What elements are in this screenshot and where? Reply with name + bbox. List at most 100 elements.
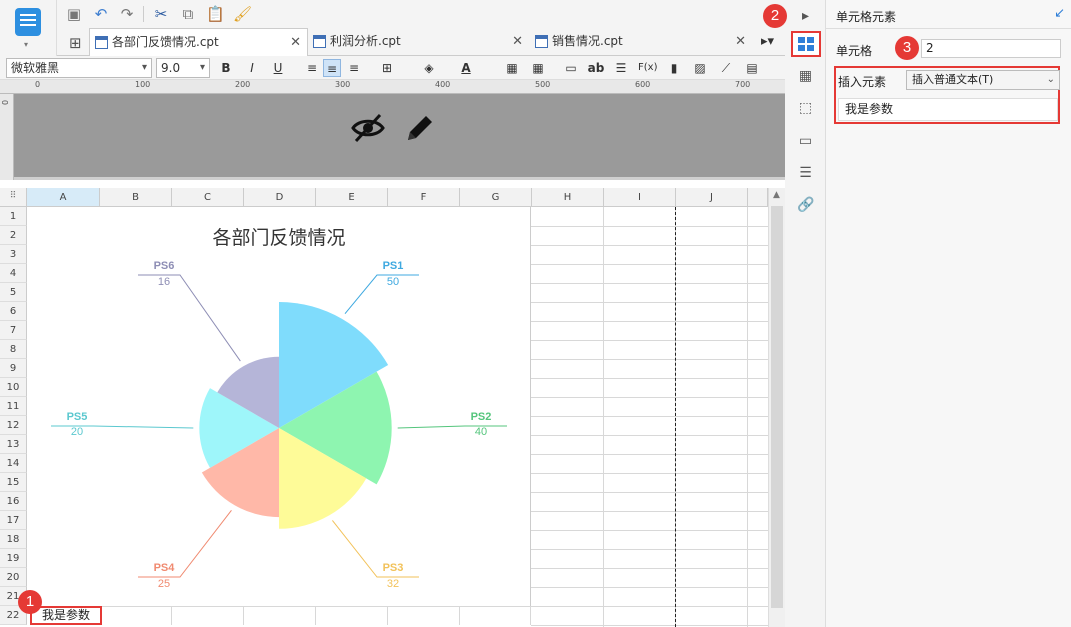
align-center-icon[interactable]: ≡	[323, 59, 341, 77]
row-header-12[interactable]: 12	[0, 416, 27, 435]
column-header-i[interactable]: I	[604, 188, 676, 207]
row-header-11[interactable]: 11	[0, 397, 27, 416]
text-value-field[interactable]: 我是参数	[838, 98, 1058, 121]
merge-cells-icon[interactable]: ▦	[503, 59, 521, 77]
image-icon[interactable]: ▨	[691, 59, 709, 77]
row-header-5[interactable]: 5	[0, 283, 27, 302]
column-header-c[interactable]: C	[172, 188, 244, 207]
column-header-a[interactable]: A	[27, 188, 100, 207]
subreport-icon[interactable]: ▤	[743, 59, 761, 77]
cell-d22[interactable]	[244, 606, 316, 625]
redo-icon[interactable]: ↷	[118, 5, 136, 23]
widget-icon[interactable]: ▭	[797, 133, 814, 150]
cell-e22[interactable]	[316, 606, 388, 625]
row-header-4[interactable]: 4	[0, 264, 27, 283]
expand-arrow-icon[interactable]: ▸	[797, 8, 814, 25]
grid-icon[interactable]: ⊞	[69, 34, 82, 52]
row-header-9[interactable]: 9	[0, 359, 27, 378]
close-icon[interactable]: ✕	[290, 29, 301, 56]
text-icon[interactable]: ab	[587, 59, 605, 77]
chart-area[interactable]: 各部门反馈情况 PS1 50 PS2 40 PS3 32 PS4 25 PS5 20 PS6 16	[27, 207, 531, 606]
cell-address-input[interactable]: 2	[921, 39, 1061, 58]
tab-feedback[interactable]: 各部门反馈情况.cpt ✕	[89, 28, 308, 56]
cell-c22[interactable]	[172, 606, 244, 625]
column-header-g[interactable]: G	[460, 188, 532, 207]
row-header-1[interactable]: 1	[0, 207, 27, 226]
row-header-15[interactable]: 15	[0, 473, 27, 492]
column-header-b[interactable]: B	[100, 188, 172, 207]
column-header-d[interactable]: D	[244, 188, 316, 207]
row-header-19[interactable]: 19	[0, 549, 27, 568]
copy-icon[interactable]: ⧉	[179, 5, 197, 23]
rose-chart[interactable]: 各部门反馈情况 PS1 50 PS2 40 PS3 32 PS4 25 PS5 20 PS6 16	[27, 207, 531, 606]
row-header-6[interactable]: 6	[0, 302, 27, 321]
vertical-scrollbar[interactable]: ▲	[768, 188, 785, 627]
row-header-13[interactable]: 13	[0, 435, 27, 454]
select-all-corner[interactable]: ⠿	[0, 188, 27, 207]
eye-hidden-icon[interactable]	[350, 110, 386, 146]
row-header-7[interactable]: 7	[0, 321, 27, 340]
undo-icon[interactable]: ↶	[92, 5, 110, 23]
scroll-up-icon[interactable]: ▲	[773, 190, 780, 200]
row-header-8[interactable]: 8	[0, 340, 27, 359]
row-header-17[interactable]: 17	[0, 511, 27, 530]
font-family-select[interactable]: 微软雅黑 ▾	[6, 58, 152, 78]
row-header-3[interactable]: 3	[0, 245, 27, 264]
underline-button[interactable]: U	[269, 59, 287, 77]
font-size-select[interactable]: 9.0 ▾	[156, 58, 210, 78]
align-right-icon[interactable]: ≡	[345, 59, 363, 77]
row-header-16[interactable]: 16	[0, 492, 27, 511]
close-icon[interactable]: ✕	[735, 28, 746, 55]
tab-menu-icon[interactable]: ▸▾	[761, 34, 774, 49]
pencil-icon[interactable]	[402, 110, 438, 146]
column-header-e[interactable]: E	[316, 188, 388, 207]
grid-row-line	[531, 340, 768, 341]
grid-row-line	[531, 397, 768, 398]
cut-icon[interactable]: ✂	[152, 5, 170, 23]
close-icon[interactable]: ✕	[512, 28, 523, 55]
bold-button[interactable]: B	[217, 59, 235, 77]
cell-b22[interactable]	[100, 606, 172, 625]
split-cells-icon[interactable]: ▦	[529, 59, 547, 77]
border-icon[interactable]: ⊞	[378, 59, 396, 77]
rich-text-icon[interactable]: ☰	[612, 59, 630, 77]
hyperlink-icon[interactable]: 🔗	[797, 197, 814, 214]
selected-cell[interactable]: 我是参数	[30, 606, 102, 625]
cell-element-button[interactable]	[791, 31, 821, 57]
condition-icon[interactable]: ☰	[797, 165, 814, 182]
insert-row-icon[interactable]: ▭	[562, 59, 580, 77]
report-header-panel[interactable]: 0	[0, 94, 785, 180]
font-color-icon[interactable]: A	[457, 59, 475, 77]
cell-attributes-icon[interactable]: ▦	[797, 68, 814, 85]
row-header-20[interactable]: 20	[0, 568, 27, 587]
empty-cells-area[interactable]	[531, 207, 768, 627]
row-header-14[interactable]: 14	[0, 454, 27, 473]
spreadsheet-grid[interactable]: ⠿ A B C D E F G H I J 1 2 3 4 5 6 7 8 9 10 11 12 13 1…	[0, 188, 785, 627]
column-header-j[interactable]: J	[676, 188, 748, 207]
row-header-2[interactable]: 2	[0, 226, 27, 245]
tab-profit[interactable]: 利润分析.cpt ✕	[308, 28, 529, 56]
paste-icon[interactable]: 📋	[206, 5, 225, 23]
format-brush-icon[interactable]: 🖌	[233, 5, 252, 23]
scroll-thumb[interactable]	[771, 206, 783, 608]
italic-button[interactable]: I	[243, 59, 261, 77]
app-logo[interactable]: ▾	[0, 0, 57, 57]
row-22[interactable]	[27, 606, 531, 625]
insert-element-select[interactable]: 插入普通文本(T) ⌄	[906, 70, 1060, 90]
column-header-f[interactable]: F	[388, 188, 460, 207]
frame-icon[interactable]: ⬚	[797, 100, 814, 117]
save-icon[interactable]: ▣	[65, 5, 83, 23]
row-header-10[interactable]: 10	[0, 378, 27, 397]
collapse-icon[interactable]: ↙	[1054, 6, 1065, 21]
tab-sales[interactable]: 销售情况.cpt ✕	[530, 28, 752, 56]
slash-icon[interactable]: ⟋	[717, 59, 735, 77]
row-header-18[interactable]: 18	[0, 530, 27, 549]
fill-color-icon[interactable]: ◈	[420, 59, 438, 77]
formula-icon[interactable]: F(x)	[638, 59, 657, 77]
align-left-icon[interactable]: ≡	[303, 59, 321, 77]
column-header-k[interactable]	[748, 188, 768, 207]
cell-g22[interactable]	[460, 606, 531, 625]
chart-icon[interactable]: ▮	[665, 59, 683, 77]
cell-f22[interactable]	[388, 606, 460, 625]
column-header-h[interactable]: H	[532, 188, 604, 207]
